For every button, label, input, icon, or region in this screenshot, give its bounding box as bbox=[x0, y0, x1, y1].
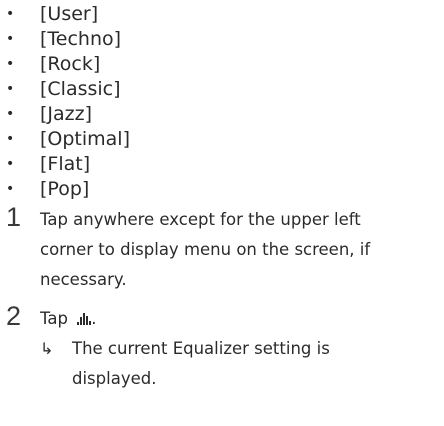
result-text: The current Equalizer setting is display… bbox=[72, 334, 442, 394]
list-item: • [Techno] bbox=[0, 27, 444, 51]
bullet-icon: • bbox=[6, 181, 15, 197]
list-item: • [Classic] bbox=[0, 77, 444, 101]
bullet-icon: • bbox=[6, 106, 15, 122]
preset-rock: [Rock] bbox=[40, 53, 101, 75]
bullet-icon: • bbox=[6, 56, 15, 72]
result-line: displayed. bbox=[72, 369, 157, 388]
equalizer-icon bbox=[77, 313, 92, 325]
step-prefix: Tap bbox=[40, 309, 68, 328]
list-item: • [Rock] bbox=[0, 52, 444, 76]
result-line: The current Equalizer setting is bbox=[72, 339, 330, 358]
preset-techno: [Techno] bbox=[40, 28, 122, 50]
list-item: • [User] bbox=[0, 2, 444, 26]
bullet-icon: • bbox=[6, 131, 15, 147]
list-item: • [Flat] bbox=[0, 152, 444, 176]
step-line: Tap anywhere except for the upper left bbox=[40, 210, 361, 229]
step-text: Tap . bbox=[40, 304, 442, 334]
list-item: • [Optimal] bbox=[0, 127, 444, 151]
bullet-icon: • bbox=[6, 31, 15, 47]
result-arrow-icon: ↳ bbox=[40, 339, 54, 358]
preset-optimal: [Optimal] bbox=[40, 128, 130, 150]
bullet-icon: • bbox=[6, 6, 15, 22]
preset-jazz: [Jazz] bbox=[40, 103, 93, 125]
preset-user: [User] bbox=[40, 3, 99, 25]
step-number: 1 bbox=[6, 202, 22, 232]
list-item: • [Pop] bbox=[0, 177, 444, 201]
preset-flat: [Flat] bbox=[40, 153, 91, 175]
bullet-icon: • bbox=[6, 156, 15, 172]
preset-pop: [Pop] bbox=[40, 178, 90, 200]
preset-classic: [Classic] bbox=[40, 78, 121, 100]
step-suffix: . bbox=[91, 309, 97, 328]
list-item: • [Jazz] bbox=[0, 102, 444, 126]
step-text: Tap anywhere except for the upper left c… bbox=[40, 205, 442, 295]
step-number: 2 bbox=[6, 301, 22, 331]
step-line: corner to display menu on the screen, if bbox=[40, 240, 371, 259]
step-line: necessary. bbox=[40, 270, 127, 289]
bullet-icon: • bbox=[6, 81, 15, 97]
